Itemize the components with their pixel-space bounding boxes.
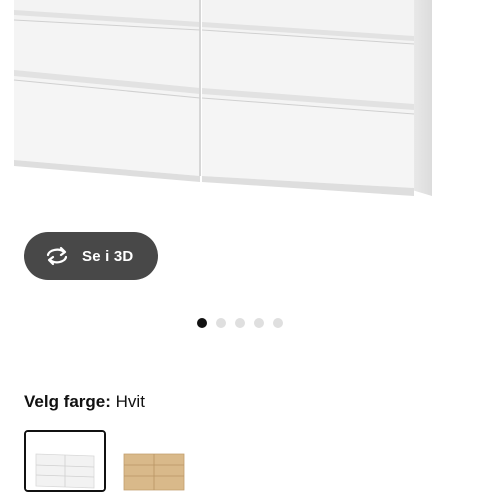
selected-color-value: Hvit bbox=[115, 392, 145, 411]
product-image[interactable] bbox=[0, 0, 480, 232]
color-selector-heading: Velg farge: Hvit bbox=[24, 392, 145, 412]
rotate-arrows-icon bbox=[44, 246, 70, 266]
view-in-3d-button[interactable]: Se i 3D bbox=[24, 232, 158, 280]
carousel-dot[interactable] bbox=[216, 318, 226, 328]
view-in-3d-label: Se i 3D bbox=[82, 247, 134, 265]
carousel-dot[interactable] bbox=[254, 318, 264, 328]
color-option-white[interactable] bbox=[24, 430, 106, 492]
white-dresser-thumbnail bbox=[26, 432, 104, 490]
carousel-dot[interactable] bbox=[197, 318, 207, 328]
white-six-drawer-chest-image bbox=[13, 0, 432, 196]
color-heading-label: Velg farge: bbox=[24, 392, 111, 411]
image-carousel-dots bbox=[197, 318, 283, 328]
carousel-dot[interactable] bbox=[273, 318, 283, 328]
carousel-dot[interactable] bbox=[235, 318, 245, 328]
oak-dresser-thumbnail bbox=[112, 430, 194, 492]
color-option-oak[interactable] bbox=[112, 430, 194, 492]
